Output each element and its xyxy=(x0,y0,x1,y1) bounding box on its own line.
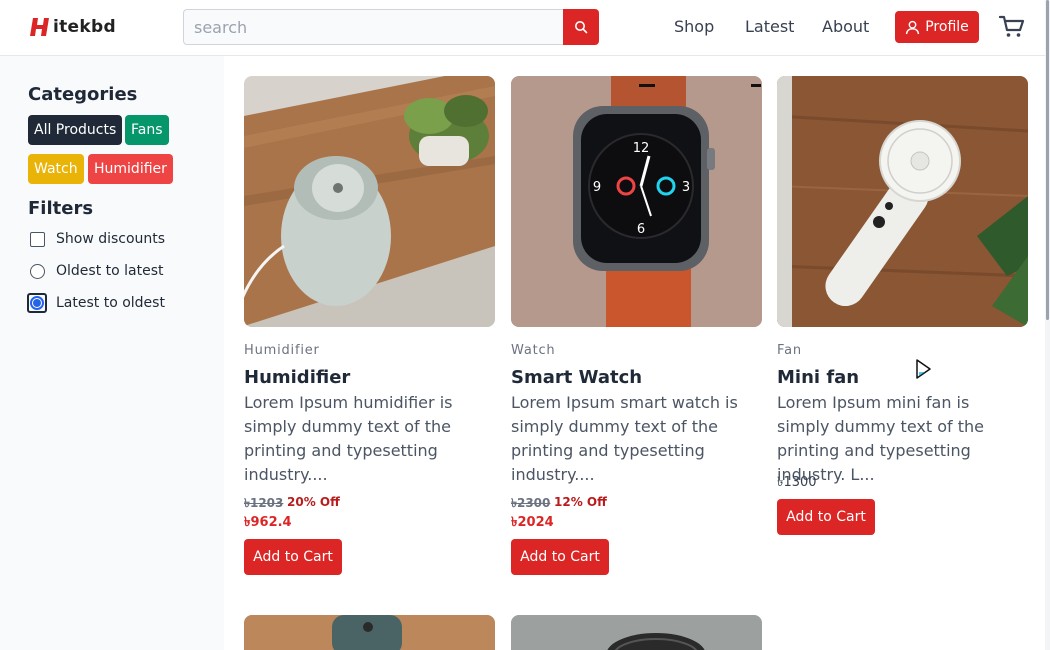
svg-text:6: 6 xyxy=(637,222,645,237)
nav-shop[interactable]: Shop xyxy=(674,17,714,36)
product-category: Watch xyxy=(511,343,556,358)
brand-logo[interactable]: itekbd xyxy=(30,16,116,38)
product-price: ৳2024 xyxy=(511,515,554,530)
categories-heading: Categories xyxy=(28,84,138,105)
search-input[interactable] xyxy=(183,9,563,45)
add-to-cart-button[interactable]: Add to Cart xyxy=(511,539,609,575)
product-title[interactable]: Humidifier xyxy=(244,367,350,388)
filter-label: Latest to oldest xyxy=(56,295,165,311)
search-icon xyxy=(575,21,588,34)
nav-latest[interactable]: Latest xyxy=(745,17,794,36)
top-navbar: itekbd Shop Latest About Profile xyxy=(0,0,1050,56)
user-icon xyxy=(906,20,920,34)
category-all-products[interactable]: All Products xyxy=(28,115,123,145)
category-humidifier[interactable]: Humidifier xyxy=(88,154,173,184)
add-to-cart-button[interactable]: Add to Cart xyxy=(244,539,342,575)
product-title[interactable]: Mini fan xyxy=(777,367,859,388)
page-scrollbar-thumb[interactable] xyxy=(1046,0,1049,320)
product-image-next-1[interactable] xyxy=(244,615,495,650)
product-old-price: ৳1203 xyxy=(244,496,284,510)
product-title[interactable]: Smart Watch xyxy=(511,367,642,388)
product-price: ৳962.4 xyxy=(244,515,292,530)
svg-text:3: 3 xyxy=(682,180,690,195)
add-to-cart-button[interactable]: Add to Cart xyxy=(777,499,875,535)
product-description: Lorem Ipsum humidifier is simply dummy t… xyxy=(244,393,453,484)
category-watch[interactable]: Watch xyxy=(28,154,84,184)
product-discount: 20% Off xyxy=(287,495,340,509)
filter-label: Show discounts xyxy=(56,231,166,247)
filter-label: Oldest to latest xyxy=(56,263,164,279)
product-discount: 12% Off xyxy=(554,495,607,509)
svg-text:12: 12 xyxy=(633,141,650,156)
category-fans[interactable]: Fans xyxy=(125,115,169,145)
logo-h-icon xyxy=(30,16,52,38)
search-bar xyxy=(183,9,599,45)
filter-latest-to-oldest[interactable]: Latest to oldest xyxy=(27,293,165,313)
search-button[interactable] xyxy=(563,9,599,45)
mouse-cursor-icon xyxy=(916,359,931,379)
latest-radio[interactable] xyxy=(27,293,47,313)
product-old-price: ৳2300 xyxy=(511,496,551,510)
product-image-smart-watch[interactable]: 12 3 6 9 xyxy=(511,76,762,327)
product-category: Humidifier xyxy=(244,343,320,358)
oldest-radio[interactable] xyxy=(30,263,45,279)
cart-icon xyxy=(998,15,1025,37)
product-image-humidifier[interactable] xyxy=(244,76,495,327)
nav-about[interactable]: About xyxy=(822,17,869,36)
product-description: Lorem Ipsum smart watch is simply dummy … xyxy=(511,393,738,484)
profile-label: Profile xyxy=(925,19,969,35)
brand-name: itekbd xyxy=(53,17,116,37)
filters-heading: Filters xyxy=(28,198,94,219)
sidebar: Categories All Products Fans Watch Humid… xyxy=(0,56,224,650)
discount-checkbox[interactable] xyxy=(30,231,45,247)
product-category: Fan xyxy=(777,343,802,358)
product-price: ৳1300 xyxy=(777,475,817,490)
product-image-next-2[interactable] xyxy=(511,615,762,650)
product-image-mini-fan[interactable] xyxy=(777,76,1028,327)
svg-text:9: 9 xyxy=(593,180,601,195)
filter-oldest-to-latest[interactable]: Oldest to latest xyxy=(30,263,164,279)
filter-show-discounts[interactable]: Show discounts xyxy=(30,231,165,247)
cart-button[interactable] xyxy=(998,15,1025,39)
profile-button[interactable]: Profile xyxy=(895,11,979,43)
